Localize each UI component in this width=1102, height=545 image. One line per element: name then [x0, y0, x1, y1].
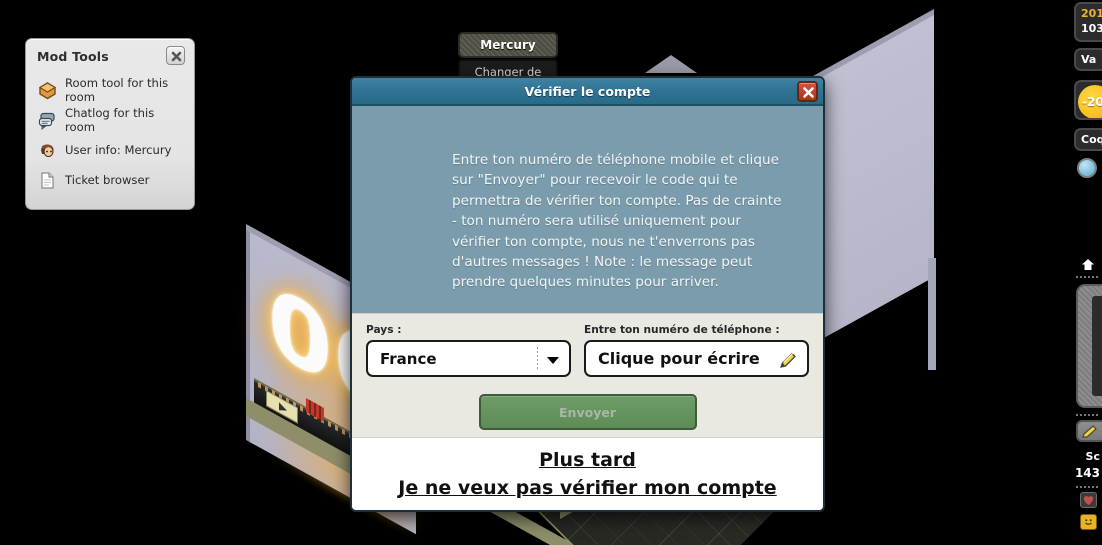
home-icon[interactable] [1081, 256, 1095, 270]
smiley-icon[interactable] [1080, 514, 1097, 530]
country-field-group: Pays : France [366, 324, 571, 377]
pyramid-furniture [645, 55, 697, 73]
discount-circle: -20 [1078, 85, 1102, 118]
phone-label: Entre ton numéro de téléphone : [584, 324, 780, 336]
heart-icon[interactable] [1080, 492, 1097, 508]
mod-tool-label: User info: Mercury [65, 143, 172, 157]
blue-orb-icon[interactable] [1077, 158, 1097, 178]
dialog-body: Entre ton numéro de téléphone mobile et … [352, 106, 823, 314]
pencil-icon [777, 349, 799, 371]
mod-tool-ticket-browser[interactable]: Ticket browser [35, 165, 186, 195]
dialog-title-bar: Vérifier le compte [352, 78, 823, 106]
diamonds-value: 103 [1081, 21, 1102, 35]
chat-bubbles-icon [38, 111, 57, 130]
sidebar-panel-inner [1092, 296, 1102, 396]
mod-tool-chatlog[interactable]: Chatlog for this room [35, 105, 186, 135]
right-sidebar: 201 103 Va -20 Coq Sc 143 [1074, 0, 1102, 545]
credits-value: 201 [1081, 7, 1102, 20]
phone-field-group: Entre ton numéro de téléphone : Clique p… [584, 324, 809, 377]
chevron-down-icon [547, 357, 559, 364]
currency-counters[interactable]: 201 103 [1074, 2, 1102, 42]
submit-button[interactable]: Envoyer [478, 394, 697, 430]
value-button[interactable]: Va [1074, 48, 1102, 71]
pencil-icon[interactable] [1076, 420, 1102, 442]
mod-tools-panel: Mod Tools Room tool for this room Chatlo… [25, 38, 195, 210]
mod-tool-label: Room tool for this room [65, 76, 169, 104]
score-label: Sc [1085, 450, 1100, 463]
screen: 00: Mercury Changer de nom Mod Tools [0, 0, 1102, 545]
phone-input[interactable]: Clique pour écrire [584, 340, 809, 377]
mod-tool-user-info[interactable]: User info: Mercury [35, 135, 186, 165]
sidebar-divider [1076, 486, 1100, 488]
refuse-verify-link[interactable]: Je ne veux pas vérifier mon compte [398, 477, 776, 499]
sidebar-divider [1076, 414, 1100, 416]
dialog-description: Entre ton numéro de téléphone mobile et … [452, 152, 782, 291]
mod-tools-title: Mod Tools [37, 49, 109, 64]
dialog-footer: Plus tard Je ne veux pas vérifier mon co… [352, 437, 823, 510]
room-cube-icon [38, 81, 57, 100]
avatar-username[interactable]: Mercury [458, 32, 558, 58]
sidebar-divider [1076, 276, 1100, 278]
dialog-form: Pays : France Entre ton numéro de téléph… [352, 314, 823, 437]
score-value: 143 [1074, 466, 1100, 480]
mod-tool-label: Ticket browser [65, 173, 150, 187]
form-row: Pays : France Entre ton numéro de téléph… [366, 324, 809, 377]
mod-tool-room-tool[interactable]: Room tool for this room [35, 75, 186, 105]
coq-button[interactable]: Coq [1074, 128, 1102, 151]
right-wall-edge [928, 258, 936, 370]
country-selected-value: France [380, 349, 437, 368]
discount-value: -20 [1082, 95, 1102, 109]
document-page-icon [38, 171, 57, 190]
mod-tool-label: Chatlog for this room [65, 106, 155, 134]
promo-badge[interactable]: -20 [1074, 80, 1102, 120]
close-icon[interactable] [797, 81, 818, 102]
later-link[interactable]: Plus tard [539, 449, 636, 471]
sidebar-panel[interactable] [1076, 284, 1102, 408]
phone-placeholder: Clique pour écrire [598, 349, 760, 368]
mod-tools-list: Room tool for this room Chatlog for this… [35, 75, 186, 195]
select-separator [537, 347, 538, 370]
country-label: Pays : [366, 324, 402, 336]
close-icon[interactable] [166, 46, 185, 65]
user-head-icon [38, 141, 57, 160]
verify-account-dialog: Vérifier le compte Entre ton numéro de t… [350, 76, 825, 512]
dialog-title: Vérifier le compte [524, 83, 651, 99]
country-select[interactable]: France [366, 340, 571, 377]
